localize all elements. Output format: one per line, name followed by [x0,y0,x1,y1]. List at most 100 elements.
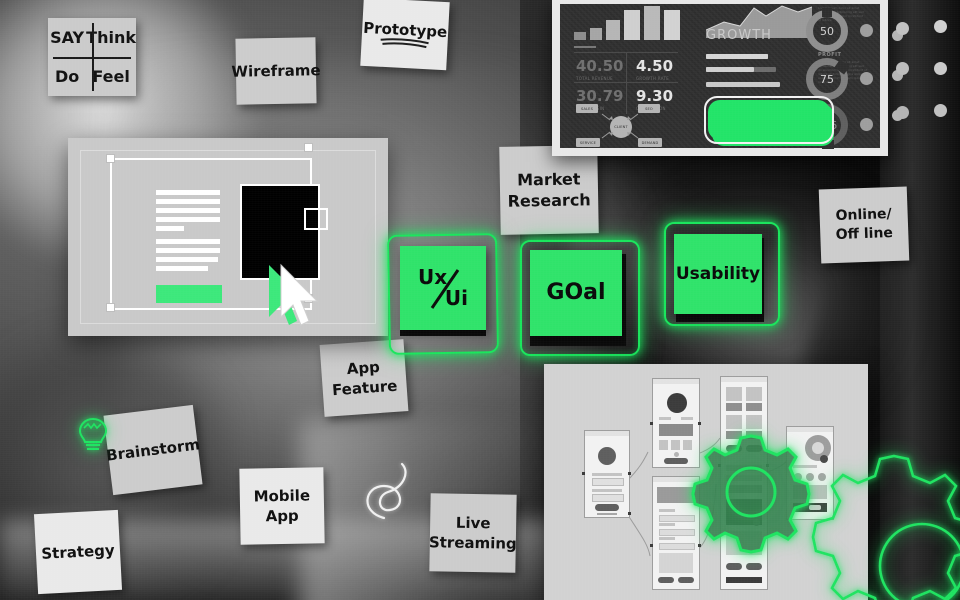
selection-handle-tr[interactable] [304,143,313,152]
input-field[interactable] [592,478,624,486]
sticky-note-label: Streaming [428,533,517,553]
wireframe-text-line [156,239,220,244]
sticky-note-label: Feature [331,376,398,400]
phone-status-bar [653,379,699,384]
primary-button[interactable] [746,563,762,570]
selection-handle-tl[interactable] [106,154,115,163]
page-dot [674,452,679,457]
wireframe-text-line [156,226,184,231]
input-field[interactable] [592,494,624,502]
empathy-cell-say: SAY [50,28,85,47]
design-board-canvas: SAY Think Do Feel Wireframe Prototype Ma… [0,0,960,600]
primary-button[interactable] [664,458,688,464]
gallery-tile[interactable] [746,415,762,429]
sticky-note-label: Market [516,169,581,190]
secondary-button[interactable] [726,563,742,570]
sticky-note-label: Live [455,513,491,533]
flow-anchor [698,422,701,425]
helper-text [597,513,617,515]
sticky-note-label: Mobile [253,486,311,506]
sticky-note-usability[interactable]: Usability [674,234,762,314]
swirl-doodle-icon [366,462,407,520]
wireframe-text-line [156,199,220,204]
flow-anchor [650,422,653,425]
wireframe-text-line [156,190,220,195]
sticky-note-prototype[interactable]: Prototype [360,0,450,71]
gallery-caption [746,403,762,411]
field-label [592,489,622,492]
secondary-button[interactable] [658,577,674,583]
pillar-dot [896,62,909,75]
list-label [659,523,675,526]
sticky-note-market-research[interactable]: Market Research [499,145,599,235]
sticky-note-wireframe[interactable]: Wireframe [231,37,321,105]
sticky-note-label: Wireframe [231,61,321,81]
flow-anchor [628,512,631,515]
primary-button[interactable] [678,577,694,583]
sticky-note-brainstorm[interactable]: Brainstorm [103,404,203,496]
sticky-note-mobile-app[interactable]: Mobile App [239,467,325,545]
flow-anchor [582,472,585,475]
flow-anchor [628,472,631,475]
analytics-dashboard-panel[interactable]: GROWTH Lorem ipsum dolor sit amet consec… [552,0,903,156]
gallery-tile[interactable] [746,387,762,401]
sticky-note-ux-ui[interactable]: Ux Ui [400,246,486,330]
dashboard-surface: GROWTH Lorem ipsum dolor sit amet consec… [560,4,903,149]
content-block [659,553,693,573]
gear-icon[interactable] [690,430,812,554]
wireframe-text-line [156,257,218,262]
lightbulb-icon[interactable] [78,416,108,454]
sticky-note-label: Online/ [835,205,892,224]
avatar-placeholder [598,447,616,465]
empathy-divider-horizontal [53,57,131,59]
sticky-note-label: GOal [546,280,606,306]
wireframe-text-line [156,248,220,253]
wireframe-text-line [156,208,220,213]
wireframe-handle-chip[interactable] [304,208,328,230]
gallery-caption [726,403,742,411]
empathy-map-note[interactable]: SAY Think Do Feel [48,18,136,96]
pillar-dot [934,20,947,33]
field-label [592,473,622,476]
stat-label [659,417,671,420]
slash-stroke [430,269,460,309]
sticky-note-label: Brainstorm [105,435,201,465]
list-label [659,509,675,512]
grid-card[interactable] [659,440,668,450]
selection-handle-bl[interactable] [106,303,115,312]
primary-button[interactable] [595,504,619,511]
wireframe-text-line [156,217,220,222]
wireframe-text-line [156,266,208,271]
empathy-cell-do: Do [54,67,80,86]
avatar-placeholder [667,393,687,413]
wireframe-cta-button[interactable] [156,285,222,303]
sticky-note-label: Strategy [40,540,116,563]
dashboard-cta-outline [704,96,834,144]
pillar-dot [934,62,947,75]
sticky-note-online-offline[interactable]: Online/ Off line [818,186,910,264]
phone-status-bar [721,377,767,382]
pillar-dot [934,104,947,117]
underline-doodle [380,38,429,49]
sticky-note-label: Off line [835,225,894,243]
pillar-dot [896,106,909,119]
sticky-note-goal[interactable]: GOal [530,250,622,336]
wireframe-board[interactable] [68,138,388,336]
sticky-note-label: App [265,506,299,526]
flow-anchor [650,544,653,547]
gallery-tile[interactable] [726,387,742,401]
grid-card[interactable] [671,440,680,450]
sticky-note-live-streaming[interactable]: Live Streaming [429,493,517,573]
stat-label [681,417,693,420]
list-label [659,537,675,540]
banner-block [659,424,693,436]
pillar-dot [896,22,909,35]
flow-screen-login[interactable] [584,430,630,518]
bottom-nav[interactable] [726,577,762,583]
circle-icon[interactable] [874,518,960,600]
gallery-tile[interactable] [726,415,742,429]
cursor-icon[interactable] [263,263,319,337]
phone-status-bar [585,431,629,436]
sticky-note-label: Research [507,190,591,211]
sticky-note-strategy[interactable]: Strategy [33,509,123,595]
